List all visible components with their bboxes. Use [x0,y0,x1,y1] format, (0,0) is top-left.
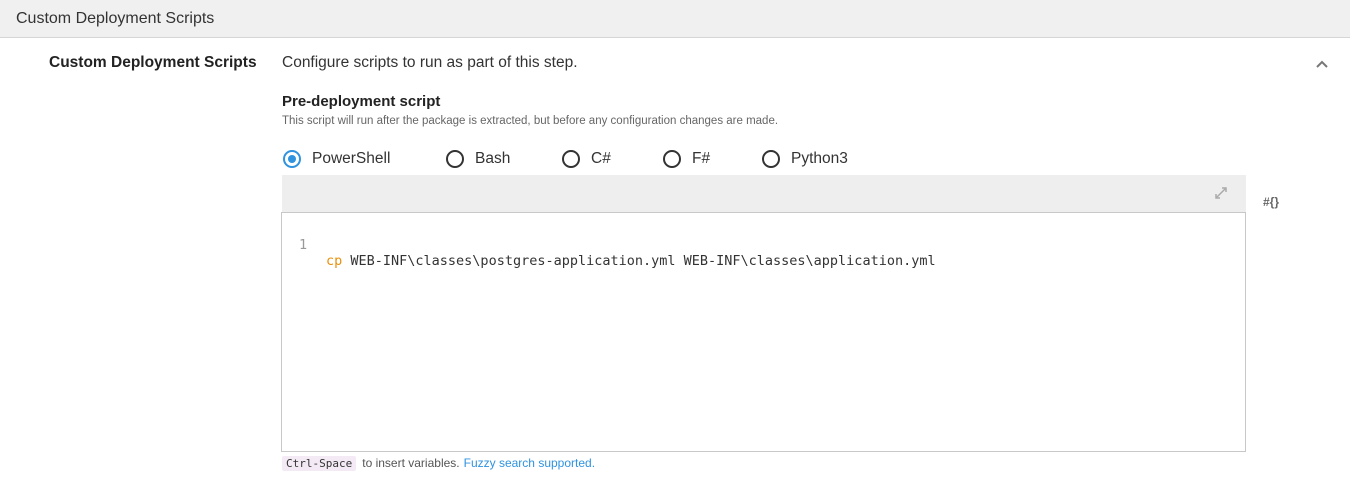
insert-variable-button[interactable]: #{} [1263,195,1279,209]
code-rest: WEB-INF\classes\postgres-application.yml… [342,253,936,269]
row-description: Configure scripts to run as part of this… [282,54,578,71]
fuzzy-search-link[interactable]: Fuzzy search supported. [464,456,595,470]
radio-selected-icon [283,150,301,168]
radio-label: C# [591,150,611,167]
pre-deployment-title: Pre-deployment script [282,93,441,110]
row-label: Custom Deployment Scripts [49,54,257,71]
radio-python3[interactable]: Python3 [762,148,848,170]
pre-deployment-hint: This script will run after the package i… [282,115,779,127]
script-editor[interactable]: 1 cp WEB-INF\classes\postgres-applicatio… [281,212,1246,452]
radio-label: Bash [475,150,511,167]
section-title: Custom Deployment Scripts [16,10,215,27]
radio-unselected-icon [446,150,464,168]
editor-toolbar [282,175,1246,212]
radio-label: Python3 [791,150,848,167]
code-line: 1 cp WEB-INF\classes\postgres-applicatio… [282,221,1242,269]
editor-footer: Ctrl-Space to insert variables. Fuzzy se… [282,455,595,471]
expand-icon[interactable] [1213,185,1229,201]
code-keyword: cp [326,253,343,269]
radio-powershell[interactable]: PowerShell [283,148,390,170]
radio-label: F# [692,150,711,167]
chevron-up-icon[interactable] [1312,55,1332,73]
footer-text: to insert variables. [362,456,460,470]
line-number: 1 [299,237,308,253]
radio-fsharp[interactable]: F# [663,148,710,170]
code-text: cp WEB-INF\classes\postgres-application.… [326,253,936,269]
shortcut-badge: Ctrl-Space [282,455,357,471]
radio-label: PowerShell [312,150,391,167]
section-header: Custom Deployment Scripts [0,0,1350,38]
radio-unselected-icon [663,150,681,168]
radio-csharp[interactable]: C# [562,148,611,170]
radio-unselected-icon [562,150,580,168]
radio-unselected-icon [762,150,780,168]
radio-bash[interactable]: Bash [446,148,510,170]
